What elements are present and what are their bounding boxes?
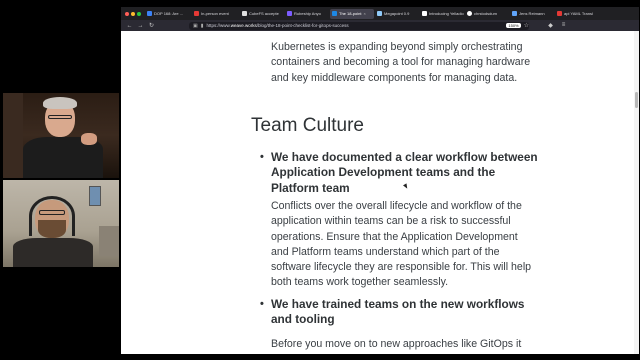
window-controls	[125, 11, 141, 16]
tab-5[interactable]: Megapoint 0.9	[375, 9, 419, 19]
tab-3[interactable]: Rubeship Anyo	[285, 9, 329, 19]
tab-bar: DOP 168: Are ... In-person event CubeFS …	[121, 7, 639, 20]
tab-favicon-icon	[332, 10, 337, 16]
minimize-window-icon[interactable]	[131, 11, 135, 16]
person-glasses	[39, 210, 65, 215]
url-domain: weave.works	[230, 23, 257, 28]
browser-window: DOP 168: Are ... In-person event CubeFS …	[121, 7, 639, 354]
address-bar[interactable]: ▣ ▮ https://www.weave.works/blog/the-18-…	[189, 21, 529, 30]
shield-icon: ▣	[193, 22, 198, 29]
section-heading: Team Culture	[251, 115, 364, 136]
intro-paragraph: Kubernetes is expanding beyond simply or…	[271, 41, 531, 84]
wall-poster	[89, 186, 101, 206]
tab-favicon-icon	[422, 10, 427, 16]
bookshelf	[3, 93, 23, 178]
extensions-icon[interactable]: ◆	[547, 22, 554, 29]
tab-label: api YAML Transl	[564, 11, 593, 16]
tab-active[interactable]: The 18-point ×	[330, 8, 374, 19]
star-icon[interactable]: ☆	[524, 22, 529, 29]
tab-label: Introducing Yelladio	[429, 11, 464, 16]
person-shirt	[13, 238, 93, 267]
tab-favicon-icon	[147, 10, 152, 16]
tab-favicon-icon	[512, 10, 517, 16]
github-icon	[467, 10, 472, 16]
tab-7[interactable]: chrstodsdum	[465, 9, 509, 19]
tab-favicon-icon	[242, 10, 247, 16]
person-glasses	[48, 115, 72, 119]
tab-favicon-icon	[194, 10, 199, 16]
url-text: https://www.weave.works/blog/the-18-poin…	[207, 23, 349, 28]
tab-8[interactable]: Jens Reimann	[510, 9, 554, 19]
checklist-item-2-description: Before you move on to new approaches lik…	[271, 338, 522, 350]
tab-1[interactable]: In-person event	[192, 9, 239, 19]
url-path: /blog/the-18-point-checklist-for-gitops-…	[256, 23, 349, 28]
tab-9[interactable]: api YAML Transl	[555, 9, 599, 19]
back-arrow-icon[interactable]: ←	[126, 23, 133, 29]
person-hand	[81, 133, 97, 145]
tab-6[interactable]: Introducing Yelladio	[420, 9, 464, 19]
person-beard	[38, 220, 66, 238]
tab-0[interactable]: DOP 168: Are ...	[145, 9, 191, 19]
url-prefix: https://www.	[206, 23, 231, 28]
checklist-item-2: We have trained teams on the new workflo…	[260, 297, 541, 328]
reload-icon[interactable]: ↻	[148, 22, 155, 29]
maximize-window-icon[interactable]	[137, 11, 141, 16]
tab-label: CubeFS accepte	[249, 11, 279, 16]
tab-2[interactable]: CubeFS accepte	[240, 9, 284, 19]
tab-label: Megapoint 0.9	[384, 11, 410, 16]
tab-label: chrstodsdum	[474, 11, 497, 16]
menu-icon[interactable]: ≡	[560, 22, 567, 29]
toolbar-right: ◆ ≡	[547, 22, 567, 29]
tab-label: DOP 168: Are ...	[154, 11, 184, 16]
lock-icon: ▮	[200, 22, 204, 29]
close-tab-icon[interactable]: ×	[363, 11, 365, 16]
tab-label: The 18-point	[339, 11, 362, 16]
tab-favicon-icon	[287, 10, 292, 16]
checklist-item-1-description: Conflicts over the overall lifecycle and…	[271, 200, 532, 289]
shelf-items	[99, 226, 119, 256]
webcam-feed-presenter-2	[3, 180, 119, 267]
tab-favicon-icon	[557, 10, 562, 16]
navigation-toolbar: ← → ↻ ▣ ▮ https://www.weave.works/blog/t…	[121, 20, 639, 31]
close-window-icon[interactable]	[125, 11, 129, 16]
tab-label: Rubeship Anyo	[294, 11, 321, 16]
tab-label: In-person event	[201, 11, 229, 16]
person-hair	[43, 97, 77, 109]
webcam-feed-presenter-1	[3, 93, 119, 178]
scrollbar-thumb[interactable]	[635, 92, 638, 108]
tab-favicon-icon	[377, 10, 382, 16]
scrollbar-track[interactable]	[634, 31, 639, 354]
forward-arrow-icon[interactable]: →	[137, 23, 144, 29]
tab-label: Jens Reimann	[519, 11, 545, 16]
web-page: Kubernetes is expanding beyond simply or…	[121, 31, 639, 354]
zoom-level-badge[interactable]: 150%	[506, 23, 521, 28]
